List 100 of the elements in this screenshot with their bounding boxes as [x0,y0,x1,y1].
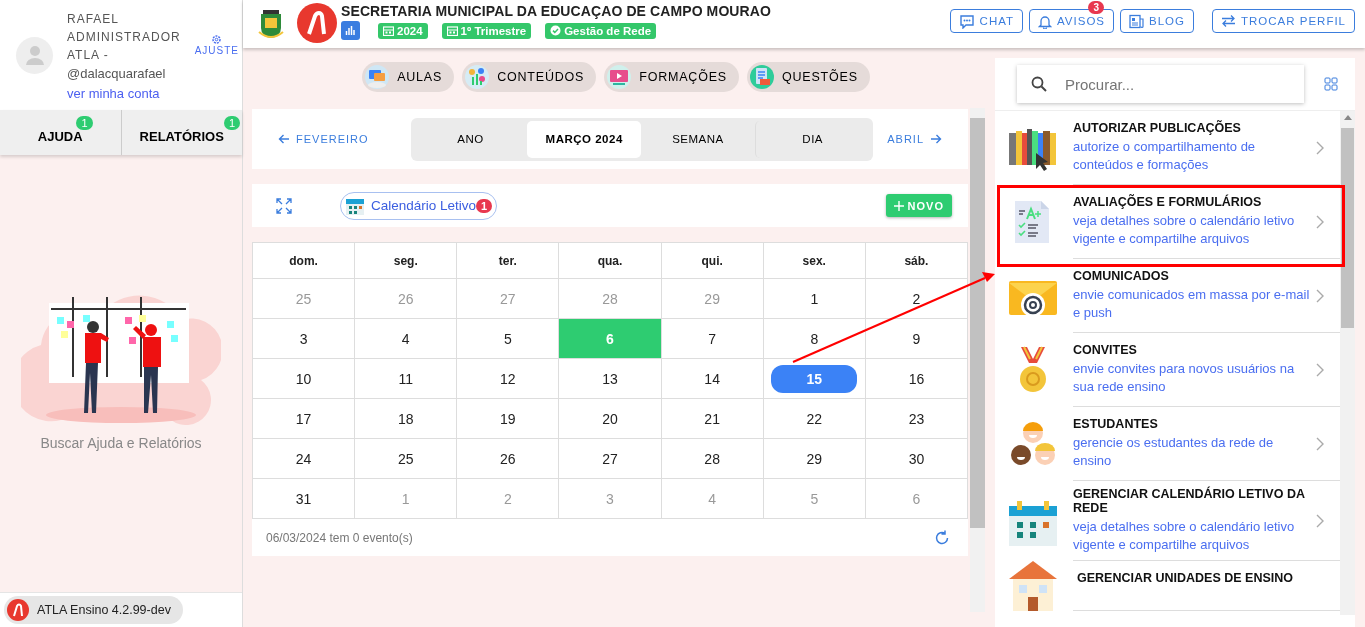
calendar-icon [383,25,394,36]
arrow-right-icon [930,134,942,144]
day-cell[interactable]: 17 [253,399,356,439]
version-text: ATLA Ensino 4.2.99-dev [37,603,171,617]
header-button[interactable]: TROCAR PERFIL [1212,9,1355,33]
day-cell[interactable]: 10 [253,359,356,399]
item-title[interactable]: GERENCIAR CALENDÁRIO LETIVO DA REDE [1073,487,1312,515]
arrow-left-icon [278,134,290,144]
user-name: RAFAEL ADMINISTRADOR ATLA - [67,10,181,64]
presentation-icon [365,65,390,89]
day-cell[interactable]: 29 [763,439,866,479]
day-cell[interactable]: 3 [253,319,356,359]
nav-pill[interactable]: FORMAÇÕES [604,62,739,92]
settings-button[interactable]: AJUSTE [194,34,239,56]
count-badge: 3 [1088,1,1104,14]
expand-icon[interactable] [276,197,292,214]
day-cell[interactable]: 21 [661,399,764,439]
item-description: veja detalhes sobre o calendário letivo vigente e compartilhe arquivos [1073,212,1296,248]
day-cell[interactable]: 7 [661,319,764,359]
day-cell[interactable]: 13 [559,359,662,399]
day-cell[interactable]: 2 [865,279,968,319]
search-icon [1031,76,1047,92]
event-summary: 06/03/2024 tem 0 evento(s) [266,530,413,545]
newspaper-icon [1129,13,1144,29]
day-cell[interactable]: 20 [559,399,662,439]
view-tab[interactable]: ANO [413,120,528,158]
chevron-right-icon [1316,436,1324,451]
weekday-header: sex. [763,243,866,279]
video-screen-icon [607,65,632,89]
day-cell[interactable]: 8 [763,319,866,359]
nav-pill[interactable]: QUESTÕES [747,62,870,92]
nav-pill[interactable]: CONTEÚDOS [462,62,597,92]
count-badge: 1 [223,116,240,130]
nav-pill[interactable]: AULAS [362,62,455,92]
day-cell[interactable]: 9 [865,319,968,359]
chevron-right-icon [1316,214,1324,229]
day-cell[interactable]: 14 [661,359,764,399]
building-icon [1007,561,1059,611]
weekday-header: sáb. [865,243,968,279]
view-tab[interactable]: MARÇO 2024 [527,120,642,158]
day-cell[interactable]: 24 [253,439,356,479]
account-link[interactable]: ver minha conta [67,85,181,101]
grid-view-icon[interactable] [1324,77,1338,91]
checklist-icon [750,65,774,89]
count-badge: 1 [76,116,93,130]
scroll-up-icon[interactable] [1343,115,1352,120]
day-cell[interactable]: 22 [763,399,866,439]
organization-title: SECRETARIA MUNICIPAL DA EDUCAÇAO DE CAMPO MOURAO [341,3,771,19]
calendar-icon [446,25,458,36]
item-description: envie convites para novos usuários na sua rede ensino [1073,360,1296,396]
weekday-header: seg. [355,243,458,279]
weekday-header: qui. [661,243,764,279]
item-title[interactable]: GERENCIAR UNIDADES DE ENSINO [1077,571,1293,585]
calendar-filter-chip[interactable]: Calendário Letivo 1 [340,191,498,220]
day-cell[interactable]: 16 [865,359,968,399]
day-cell[interactable]: 1 [763,279,866,319]
item-title[interactable]: AUTORIZAR PUBLICAÇÕES [1073,121,1312,135]
settings-icon [211,34,223,45]
item-description: envie comunicados em massa por e-mail e push [1073,286,1311,322]
item-title[interactable]: CONVITES [1073,343,1312,357]
day-cell[interactable]: 18 [355,399,458,439]
item-title[interactable]: COMUNICADOS [1073,269,1312,283]
dashboard-button[interactable] [341,21,360,40]
day-cell[interactable]: 25 [355,439,458,479]
day-cell[interactable]: 28 [661,439,764,479]
previous-month-link[interactable]: FEVEREIRO [272,132,375,146]
plus-icon [893,200,904,211]
bar-chart-icon [345,25,356,36]
weekday-header: qua. [559,243,662,279]
day-cell[interactable]: 19 [457,399,560,439]
view-tab[interactable]: SEMANA [641,120,755,158]
weekday-header: dom. [253,243,356,279]
check-circle-icon [550,25,562,36]
content-network-icon [465,65,490,89]
scrollbar-thumb[interactable] [1341,128,1354,328]
chat-icon [958,13,975,29]
weekday-header: ter. [457,243,560,279]
scrollbar-thumb[interactable] [970,118,985,528]
chevron-right-icon [1316,362,1324,377]
header-button[interactable]: CHAT [949,9,1024,33]
view-tab[interactable]: DIA [754,120,870,158]
day-cell[interactable]: 11 [355,359,458,399]
item-title[interactable]: AVALIAÇÕES E FORMULÁRIOS [1073,195,1312,209]
next-month-link[interactable]: ABRIL [881,132,948,146]
day-cell[interactable]: 12 [457,359,560,399]
header-button[interactable]: BLOG [1120,9,1194,33]
chevron-right-icon [1316,513,1324,528]
logo-icon [297,3,337,43]
day-cell[interactable]: 30 [865,439,968,479]
refresh-icon[interactable] [934,529,950,546]
item-title[interactable]: ESTUDANTES [1073,417,1312,431]
day-cell[interactable]: 27 [559,439,662,479]
item-description: gerencie os estudantes da rede de ensino [1073,434,1275,470]
day-cell[interactable]: 26 [457,439,560,479]
item-description: veja detalhes sobre o calendário letivo vigente e compartilhe arquivos [1073,518,1296,554]
day-cell[interactable]: 23 [865,399,968,439]
bell-icon [1038,13,1053,29]
chevron-right-icon [1316,288,1324,303]
selected-day[interactable]: 15 [771,364,858,393]
day-cell[interactable]: 4 [355,319,458,359]
